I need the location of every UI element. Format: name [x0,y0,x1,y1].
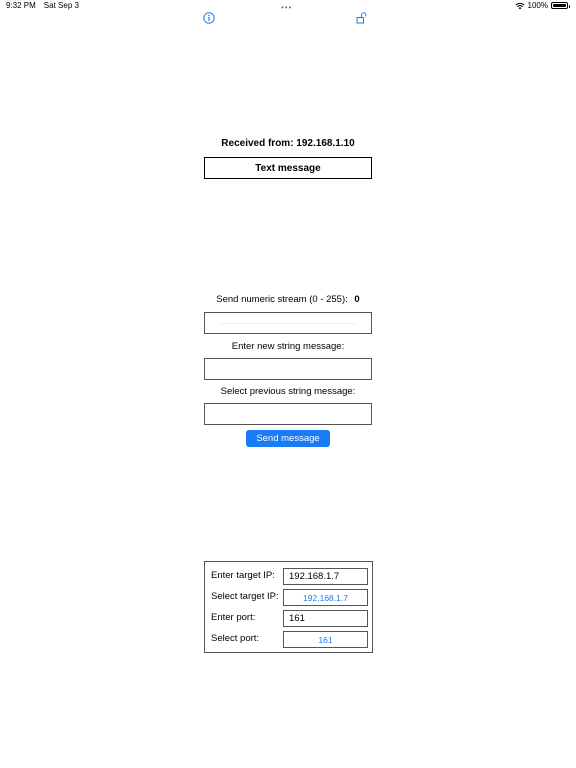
new-string-input[interactable] [204,358,372,380]
port-label: Enter port: [211,612,256,623]
numeric-stream-slider[interactable] [204,312,372,334]
app-screen: 9:32 PM Sat Sep 3 ••• 100% Received from… [0,0,576,768]
info-icon [203,12,215,24]
battery-percent: 100% [527,1,548,10]
select-target-ip-button[interactable]: 192.168.1.7 [283,589,368,606]
numeric-stream-value: 0 [354,294,360,305]
status-bar-left: 9:32 PM Sat Sep 3 [6,1,79,10]
battery-icon [551,2,570,9]
received-message-box: Text message [204,157,372,179]
target-ip-label: Enter target IP: [211,570,275,581]
slider-track [219,323,357,324]
connection-config-panel: Enter target IP: 192.168.1.7 Select targ… [204,561,373,653]
status-date: Sat Sep 3 [43,1,79,10]
new-string-label: Enter new string message: [231,341,345,352]
send-message-button[interactable]: Send message [246,430,330,447]
status-time: 9:32 PM [6,1,36,10]
wifi-icon [514,2,525,9]
previous-string-select[interactable] [204,403,372,425]
numeric-stream-label: Send numeric stream (0 - 255): 0 [0,294,576,305]
select-port-label: Select port: [211,633,260,644]
port-input[interactable]: 161 [283,610,368,627]
select-port-button[interactable]: 161 [283,631,368,648]
select-target-ip-label: Select target IP: [211,591,279,602]
received-message-text: Text message [255,162,321,174]
multitasking-dots-icon[interactable]: ••• [281,3,292,12]
numeric-stream-label-text: Send numeric stream (0 - 255): [216,294,348,305]
received-from-label: Received from: 192.168.1.10 [221,138,355,149]
lock-button[interactable] [355,11,369,25]
unlock-icon [356,12,367,24]
info-button[interactable] [202,11,216,25]
previous-string-label: Select previous string message: [220,386,356,397]
target-ip-input[interactable]: 192.168.1.7 [283,568,368,585]
status-bar-right: 100% [514,1,570,10]
